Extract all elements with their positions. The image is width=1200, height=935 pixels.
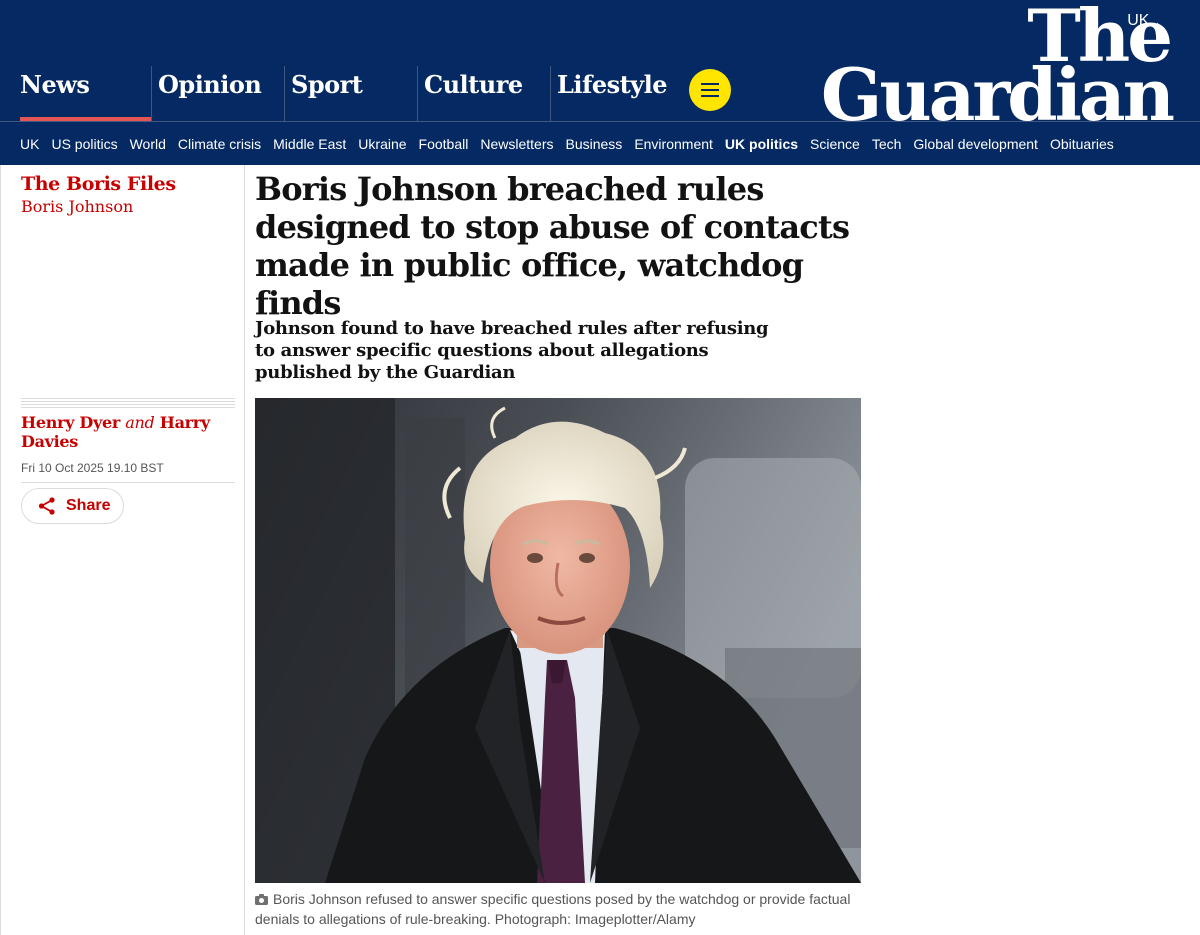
- series-label: The Boris Files Boris Johnson: [21, 173, 176, 216]
- author-link[interactable]: Henry Dyer: [21, 413, 120, 432]
- pillar-opinion[interactable]: Opinion: [152, 66, 285, 121]
- subnav-item-football[interactable]: Football: [419, 136, 469, 152]
- subnav-item-newsletters[interactable]: Newsletters: [480, 136, 553, 152]
- subnav-item-us-politics[interactable]: US politics: [51, 136, 117, 152]
- pillar-culture[interactable]: Culture: [418, 66, 551, 121]
- camera-icon: [255, 894, 268, 905]
- photo-caption: Boris Johnson refused to answer specific…: [255, 889, 855, 929]
- guardian-logo[interactable]: The Guardian: [820, 0, 1175, 138]
- article-meta-column: The Boris Files Boris Johnson Henry Dyer…: [0, 165, 245, 935]
- menu-button[interactable]: [689, 69, 731, 111]
- pillar-nav: News Opinion Sport Culture Lifestyle: [0, 66, 684, 121]
- byline: Henry Dyer and Harry Davies: [21, 413, 235, 451]
- pillar-news[interactable]: News: [0, 66, 152, 121]
- subnav-item-middle-east[interactable]: Middle East: [273, 136, 346, 152]
- headline: Boris Johnson breached rules designed to…: [255, 170, 850, 322]
- series-link[interactable]: The Boris Files: [21, 173, 176, 195]
- share-button[interactable]: Share: [21, 488, 124, 524]
- publish-date[interactable]: Fri 10 Oct 2025 19.10 BST: [21, 461, 164, 475]
- pillar-lifestyle[interactable]: Lifestyle: [551, 66, 684, 121]
- tag-link[interactable]: Boris Johnson: [21, 197, 176, 216]
- subnav-item-business[interactable]: Business: [566, 136, 623, 152]
- subnav-item-ukraine[interactable]: Ukraine: [358, 136, 406, 152]
- pillar-sport[interactable]: Sport: [285, 66, 418, 121]
- meta-rule: [21, 482, 235, 483]
- subnav-item-uk[interactable]: UK: [20, 136, 39, 152]
- subnav-item-world[interactable]: World: [130, 136, 166, 152]
- main-photo[interactable]: [255, 398, 861, 883]
- subnav-item-science[interactable]: Science: [810, 136, 860, 152]
- subnav-item-global-development[interactable]: Global development: [913, 136, 1038, 152]
- subnav-item-environment[interactable]: Environment: [634, 136, 713, 152]
- meta-divider: [21, 398, 235, 410]
- subnav-item-tech[interactable]: Tech: [872, 136, 902, 152]
- subnav-item-obituaries[interactable]: Obituaries: [1050, 136, 1114, 152]
- sub-nav: UK US politics World Climate crisis Midd…: [0, 121, 1200, 165]
- share-label: Share: [66, 497, 111, 514]
- menu-icon: [701, 95, 719, 97]
- menu-icon: [701, 89, 719, 91]
- byline-joiner: and: [125, 413, 155, 432]
- photo-illustration: [255, 398, 861, 883]
- logo-line-2: Guardian: [820, 52, 1175, 138]
- menu-icon: [701, 83, 719, 85]
- share-icon: [38, 497, 55, 515]
- masthead: UK ⌄ The Guardian News Opinion Sport Cul…: [0, 0, 1200, 138]
- caption-text: Boris Johnson refused to answer specific…: [255, 891, 851, 927]
- subnav-item-uk-politics[interactable]: UK politics: [725, 136, 798, 152]
- standfirst: Johnson found to have breached rules aft…: [255, 318, 769, 383]
- subnav-item-climate-crisis[interactable]: Climate crisis: [178, 136, 261, 152]
